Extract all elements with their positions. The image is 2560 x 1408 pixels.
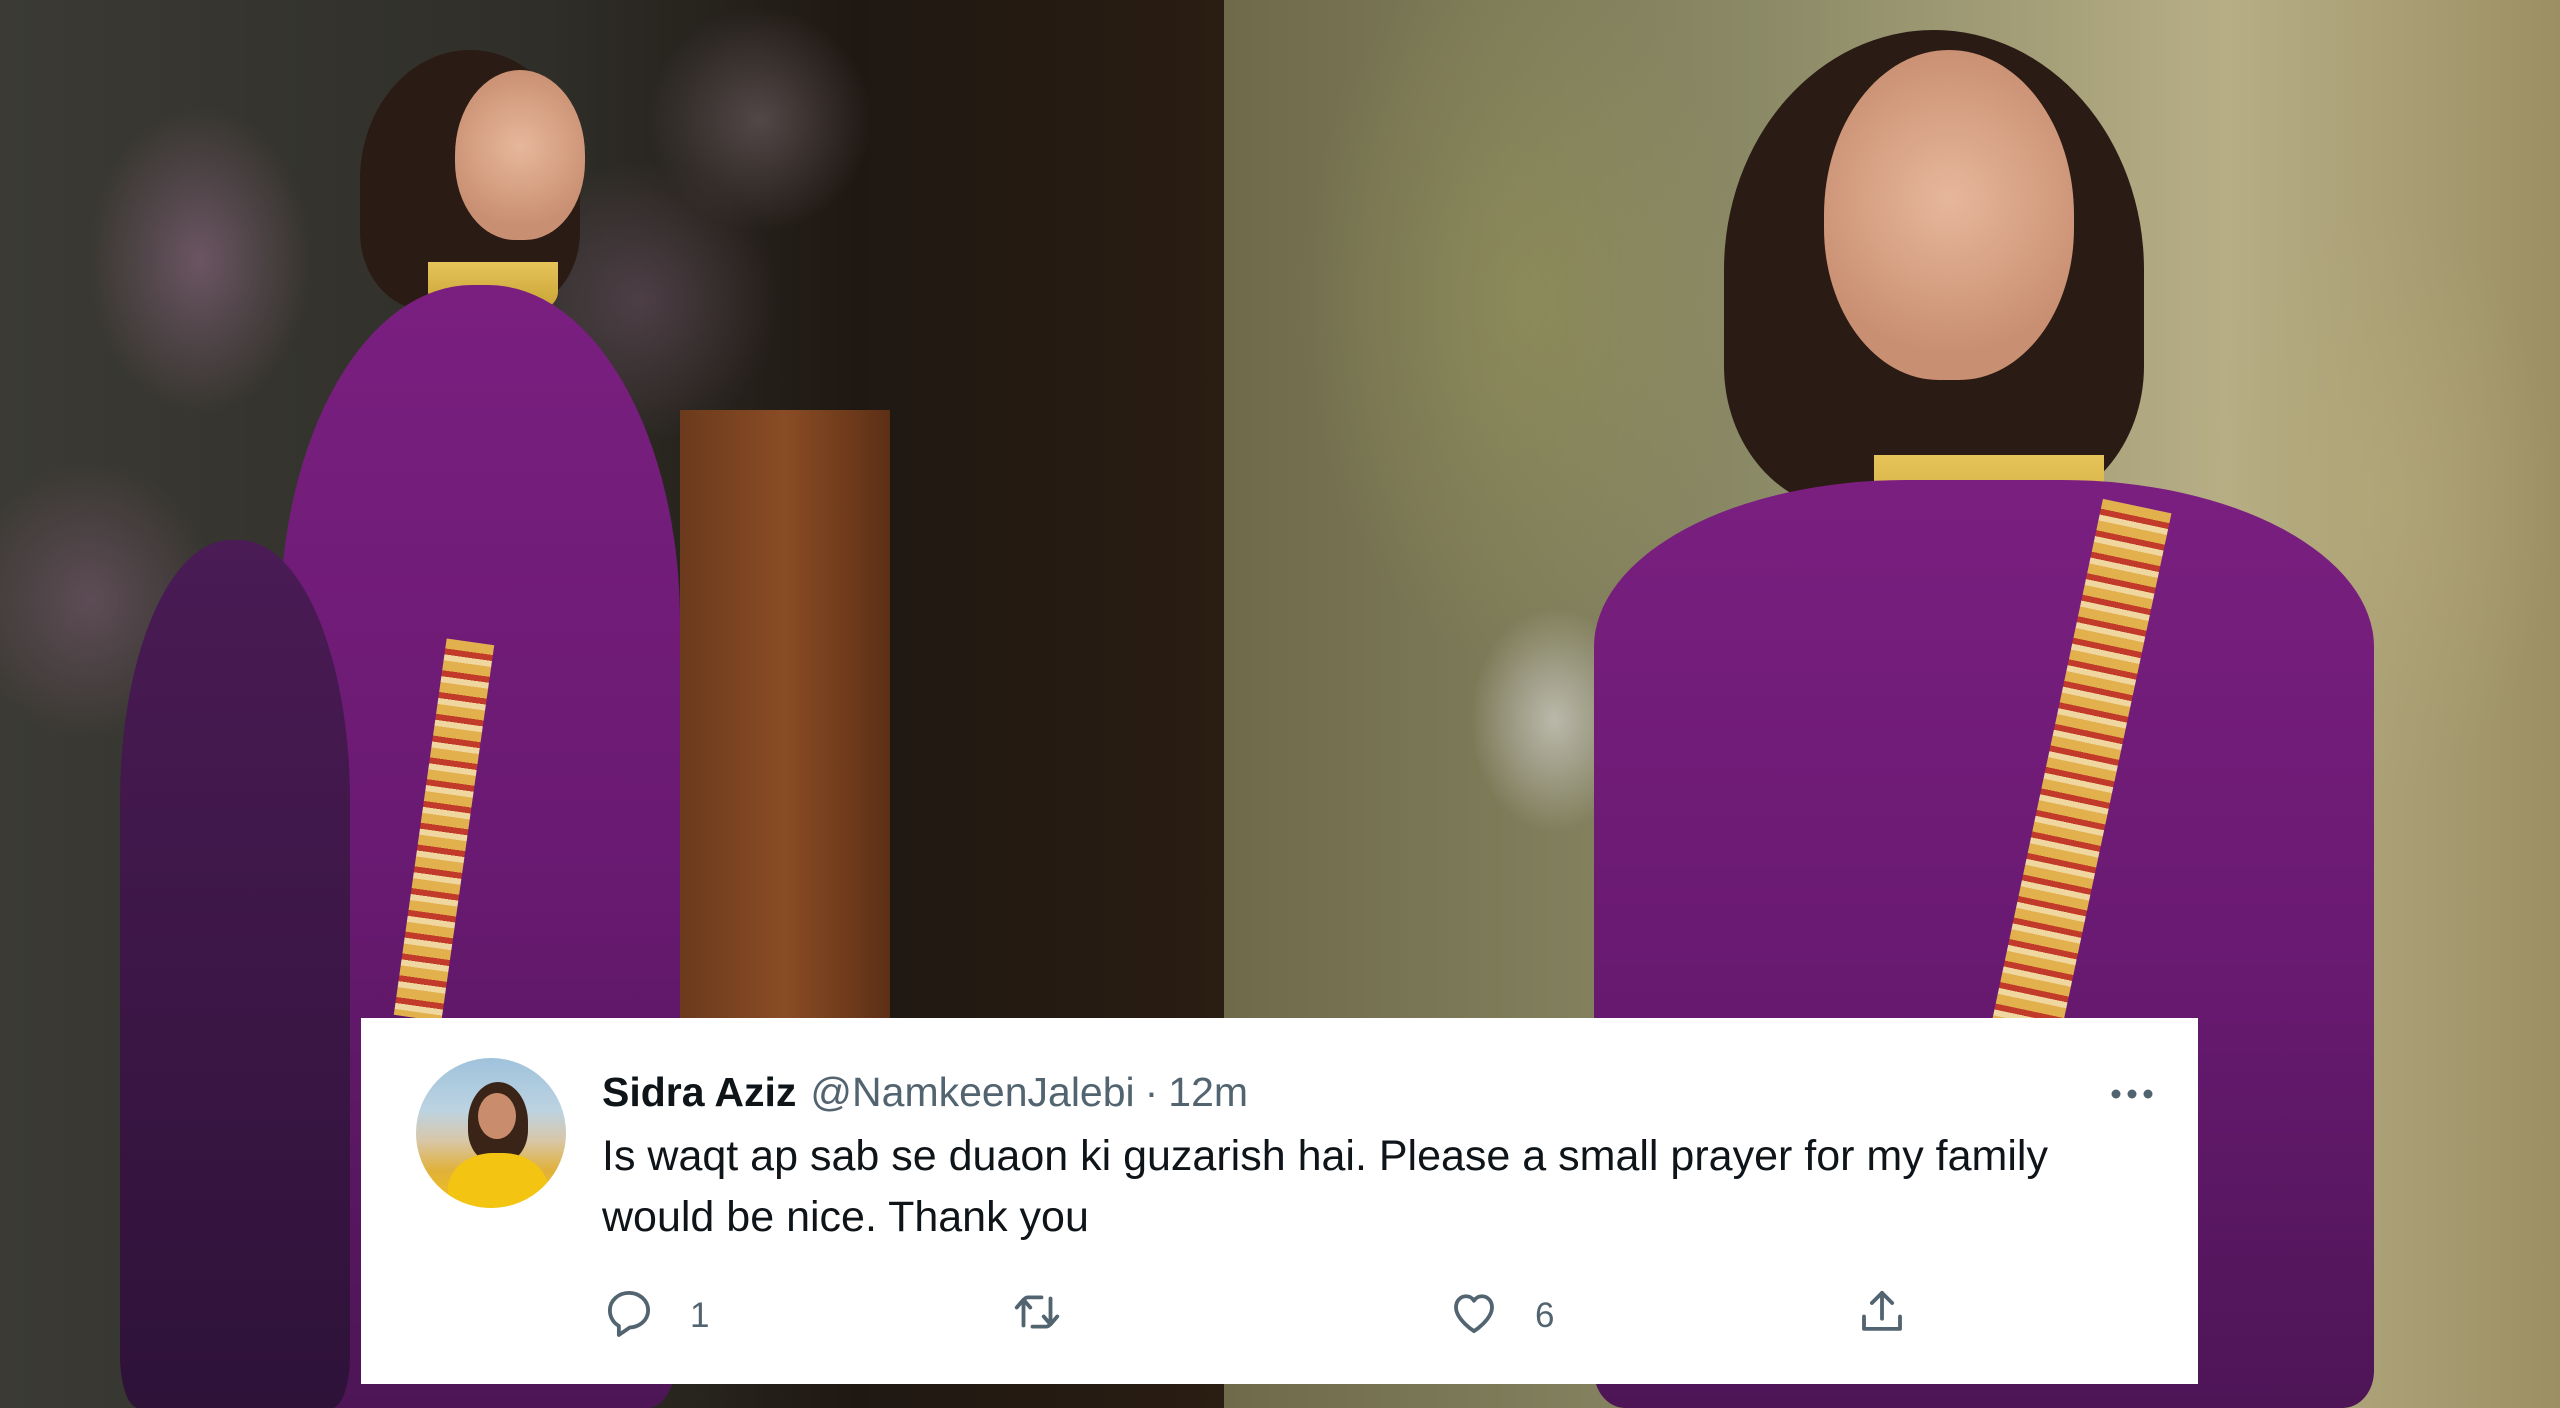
separator-dot: · bbox=[1144, 1068, 1159, 1115]
more-options-icon[interactable] bbox=[2110, 1078, 2154, 1101]
display-name[interactable]: Sidra Aziz bbox=[602, 1069, 796, 1116]
share-button[interactable] bbox=[1855, 1286, 1909, 1346]
tweet-actions: 1 6 bbox=[602, 1286, 2162, 1346]
user-handle[interactable]: @NamkeenJalebi bbox=[810, 1069, 1134, 1116]
like-button[interactable]: 6 bbox=[1447, 1286, 1554, 1346]
dupatta-left bbox=[120, 540, 350, 1408]
face-left bbox=[455, 70, 585, 240]
retweet-button[interactable] bbox=[1010, 1286, 1098, 1346]
reply-button[interactable]: 1 bbox=[602, 1286, 709, 1346]
like-count: 6 bbox=[1535, 1296, 1555, 1335]
reply-count: 1 bbox=[690, 1296, 710, 1335]
retweet-icon bbox=[1010, 1285, 1064, 1348]
tweet-text: Is waqt ap sab se duaon ki guzarish hai.… bbox=[602, 1132, 2048, 1241]
avatar[interactable] bbox=[416, 1058, 566, 1208]
timestamp[interactable]: 12m bbox=[1168, 1069, 1248, 1116]
tweet-card[interactable]: Sidra Aziz @NamkeenJalebi · 12m Is waqt … bbox=[361, 1018, 2198, 1384]
face-right bbox=[1824, 50, 2074, 380]
reply-icon bbox=[602, 1285, 656, 1348]
tweet-header: Sidra Aziz @NamkeenJalebi · 12m bbox=[602, 1064, 1248, 1120]
wooden-cabinet bbox=[680, 410, 890, 1030]
share-icon bbox=[1855, 1285, 1909, 1348]
heart-icon bbox=[1447, 1285, 1501, 1348]
